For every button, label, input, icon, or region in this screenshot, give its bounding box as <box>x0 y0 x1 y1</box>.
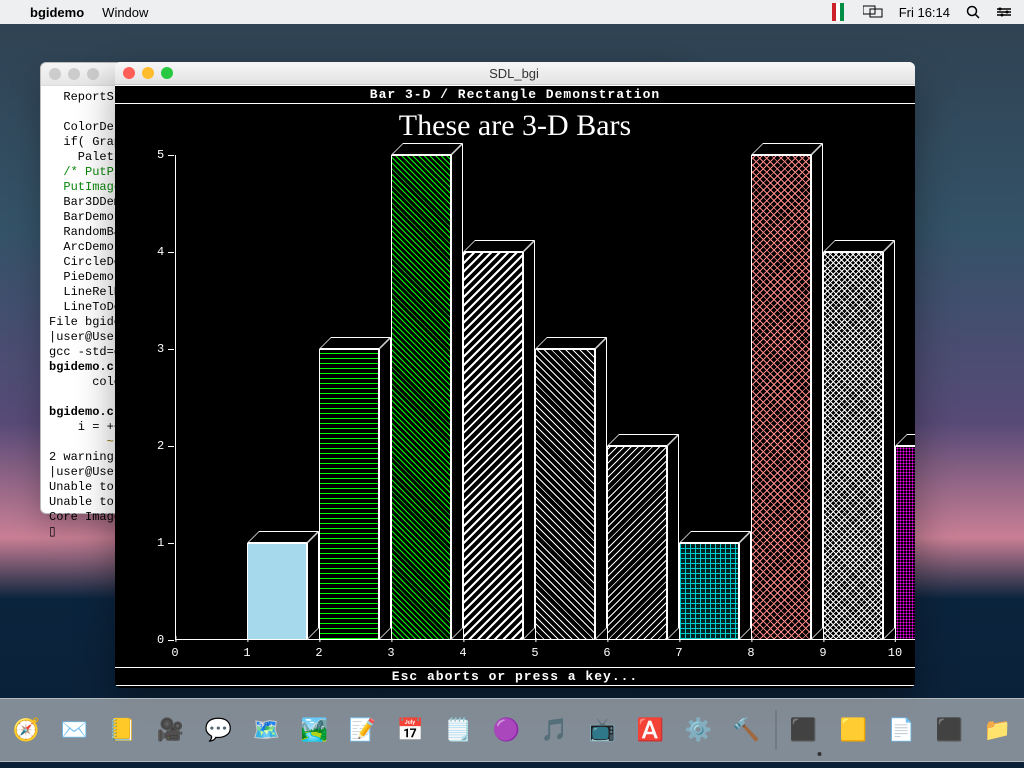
bar <box>895 446 915 640</box>
y-tick: 5 <box>157 148 164 162</box>
dock[interactable]: 🔵🚀🧭✉️📒🎥💬🗺️🏞️📝📅🗒️🟣🎵📺🅰️⚙️🔨⬛🟨📄⬛📁🔲🗑️ <box>0 698 1024 762</box>
x-tick: 3 <box>387 646 394 660</box>
x-tick: 6 <box>603 646 610 660</box>
bar <box>535 349 595 640</box>
clock[interactable]: Fri 16:14 <box>899 5 950 20</box>
x-tick: 2 <box>315 646 322 660</box>
x-tick: 7 <box>675 646 682 660</box>
dock-activity[interactable]: ⬛ <box>929 709 971 751</box>
gfx-window-title: SDL_bgi <box>173 66 855 81</box>
dock-notes[interactable]: 🗒️ <box>438 709 480 751</box>
banner-bottom: Esc aborts or press a key... <box>115 669 915 684</box>
dock-facetime[interactable]: 🎥 <box>150 709 192 751</box>
dock-music[interactable]: 🎵 <box>534 709 576 751</box>
gfx-titlebar[interactable]: SDL_bgi <box>115 62 915 85</box>
bar <box>247 543 307 640</box>
bar <box>319 349 379 640</box>
bar-chart: 012345012345678910 <box>175 155 895 640</box>
gfx-canvas: Bar 3-D / Rectangle Demonstration These … <box>115 85 915 688</box>
dock-photos[interactable]: 🏞️ <box>294 709 336 751</box>
dock-system-preferences[interactable]: ⚙️ <box>678 709 720 751</box>
x-tick: 9 <box>819 646 826 660</box>
input-source-icon[interactable] <box>832 3 844 21</box>
dock-console[interactable]: 🟨 <box>833 709 875 751</box>
x-tick: 0 <box>171 646 178 660</box>
dock-maps[interactable]: 🗺️ <box>246 709 288 751</box>
bar <box>607 446 667 640</box>
y-tick: 1 <box>157 536 164 550</box>
dock-appletv[interactable]: 📺 <box>582 709 624 751</box>
dock-calendar[interactable]: 📅 <box>390 709 432 751</box>
minimize-icon[interactable] <box>68 68 80 80</box>
x-tick: 5 <box>531 646 538 660</box>
menubar: bgidemo Window Fri 16:14 <box>0 0 1024 24</box>
y-axis <box>175 155 176 640</box>
dock-reminders[interactable]: 📝 <box>342 709 384 751</box>
banner-top: Bar 3-D / Rectangle Demonstration <box>115 87 915 102</box>
x-tick: 10 <box>888 646 902 660</box>
displays-icon[interactable] <box>863 5 883 19</box>
bar <box>751 155 811 640</box>
x-tick: 8 <box>747 646 754 660</box>
y-tick: 4 <box>157 245 164 259</box>
minimize-icon[interactable] <box>142 67 154 79</box>
gfx-traffic-lights[interactable] <box>115 67 173 79</box>
bar <box>823 252 883 640</box>
dock-podcasts[interactable]: 🟣 <box>486 709 528 751</box>
dock-appstore[interactable]: 🅰️ <box>630 709 672 751</box>
dock-terminal[interactable]: ⬛ <box>785 709 827 751</box>
close-icon[interactable] <box>49 68 61 80</box>
dock-safari[interactable]: 🧭 <box>6 709 48 751</box>
close-icon[interactable] <box>123 67 135 79</box>
x-tick: 4 <box>459 646 466 660</box>
terminal-traffic-lights[interactable] <box>49 68 99 80</box>
dock-mail[interactable]: ✉️ <box>54 709 96 751</box>
dock-separator <box>776 710 777 750</box>
sdl-bgi-window[interactable]: SDL_bgi Bar 3-D / Rectangle Demonstratio… <box>115 62 915 687</box>
window-menu[interactable]: Window <box>102 5 148 20</box>
bar <box>463 252 523 640</box>
zoom-icon[interactable] <box>87 68 99 80</box>
spotlight-icon[interactable] <box>966 5 980 19</box>
control-center-icon[interactable] <box>996 6 1012 18</box>
dock-contacts[interactable]: 📒 <box>102 709 144 751</box>
bar <box>391 155 451 640</box>
dock-xcode[interactable]: 🔨 <box>726 709 768 751</box>
zoom-icon[interactable] <box>161 67 173 79</box>
app-menu[interactable]: bgidemo <box>30 5 84 20</box>
bar <box>679 543 739 640</box>
chart-title: These are 3-D Bars <box>115 109 915 143</box>
dock-downloads[interactable]: 📁 <box>977 709 1019 751</box>
y-tick: 2 <box>157 439 164 453</box>
dock-textedit[interactable]: 📄 <box>881 709 923 751</box>
y-tick: 3 <box>157 342 164 356</box>
y-tick: 0 <box>157 633 164 647</box>
x-tick: 1 <box>243 646 250 660</box>
dock-messages[interactable]: 💬 <box>198 709 240 751</box>
